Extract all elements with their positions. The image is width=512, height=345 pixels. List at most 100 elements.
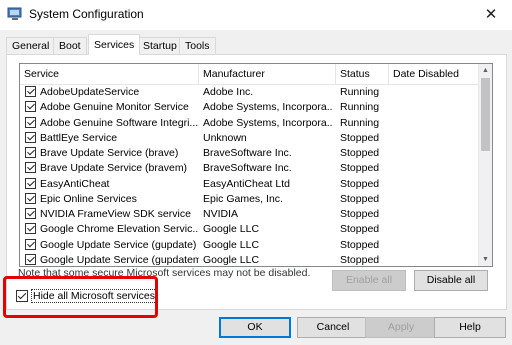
services-panel: Service Manufacturer Status Date Disable… [6,54,507,310]
service-manufacturer: NVIDIA [203,208,239,220]
service-manufacturer: BraveSoftware Inc. [203,162,292,175]
service-status: Stopped [340,208,380,220]
service-date-disabled [393,253,477,266]
service-status: Stopped [340,131,380,144]
service-checkbox[interactable] [25,101,36,113]
service-date-disabled [393,161,477,176]
tab-startup[interactable]: Startup [137,37,183,54]
ok-button[interactable]: OK [219,317,291,338]
service-status: Stopped [340,162,380,175]
service-status: Running [340,86,380,98]
table-row[interactable]: Adobe Genuine Software Integri... Adobe S… [20,116,479,131]
service-checkbox[interactable] [25,208,36,219]
service-name: EasyAntiCheat [40,177,110,190]
service-status: Running [340,116,380,129]
apply-label: Apply [387,321,415,333]
close-icon[interactable]: ✕ [478,5,504,25]
service-name: Google Update Service (gupdate) [40,238,197,251]
service-status: Stopped [340,238,380,251]
service-manufacturer: Adobe Systems, Incorpora... [203,116,333,129]
service-checkbox[interactable] [25,131,36,143]
enable-all-label: Enable all [345,274,393,286]
service-manufacturer: Google LLC [203,253,260,266]
help-button[interactable]: Help [434,317,506,338]
service-date-disabled [393,146,477,161]
disable-all-button[interactable]: Disable all [414,270,488,291]
scroll-down-icon[interactable]: ▼ [479,253,492,266]
service-manufacturer: Adobe Systems, Incorpora... [203,101,333,114]
service-date-disabled [393,207,477,222]
service-name: BattlEye Service [40,131,118,144]
service-manufacturer: Adobe Inc. [203,86,254,98]
cancel-button[interactable]: Cancel [297,317,369,338]
service-date-disabled [393,131,477,146]
column-header-date-disabled[interactable]: Date Disabled [389,64,479,84]
table-row[interactable]: Brave Update Service (brave) BraveSoftwar… [20,146,479,161]
service-manufacturer: Epic Games, Inc. [203,192,283,205]
service-date-disabled [393,238,477,253]
service-status: Stopped [340,192,380,205]
service-date-disabled [393,100,477,115]
service-name: AdobeUpdateService [40,86,140,98]
table-row[interactable]: Google Update Service (gupdatem) Google L… [20,253,479,266]
services-list[interactable]: Service Manufacturer Status Date Disable… [19,63,493,267]
service-name: Epic Online Services [40,192,137,205]
system-config-icon [7,7,22,20]
service-status: Running [340,101,380,114]
service-status: Stopped [340,223,380,236]
table-row[interactable]: Adobe Genuine Monitor Service Adobe Syste… [20,100,479,115]
service-name: Google Chrome Elevation Servic... [40,223,199,236]
service-name: Adobe Genuine Software Integri... [40,116,199,129]
column-header-status[interactable]: Status [336,64,389,84]
table-row[interactable]: BattlEye Service Unknown Stopped [20,131,479,146]
tab-services[interactable]: Services [88,34,141,55]
table-row[interactable]: AdobeUpdateService Adobe Inc. Running [20,85,479,100]
service-name: NVIDIA FrameView SDK service [40,208,191,220]
window-title: System Configuration [29,7,144,21]
table-row[interactable]: EasyAntiCheat EasyAntiCheat Ltd Stopped [20,177,479,192]
table-row[interactable]: NVIDIA FrameView SDK service NVIDIA Stoppe… [20,207,479,222]
service-checkbox[interactable] [25,116,36,128]
column-header-manufacturer[interactable]: Manufacturer [199,64,336,84]
service-status: Stopped [340,253,380,266]
enable-all-button[interactable]: Enable all [332,270,406,291]
service-status: Stopped [340,147,380,159]
tab-boot[interactable]: Boot [53,37,87,54]
column-header-service[interactable]: Service [20,64,199,84]
title-bar: System Configuration ✕ [0,0,512,30]
service-manufacturer: Google LLC [203,238,260,251]
scrollbar-thumb[interactable] [481,78,490,151]
help-label: Help [459,321,481,333]
service-manufacturer: EasyAntiCheat Ltd [203,177,290,190]
service-checkbox[interactable] [25,192,36,204]
ok-label: OK [247,321,263,333]
tab-tools[interactable]: Tools [179,37,216,54]
service-rows: AdobeUpdateService Adobe Inc. Running Adobe… [20,85,479,266]
table-row[interactable]: Epic Online Services Epic Games, Inc. Stop… [20,192,479,207]
service-name: Adobe Genuine Monitor Service [40,101,189,114]
tab-general[interactable]: General [6,37,56,54]
service-checkbox[interactable] [25,177,36,189]
service-manufacturer: BraveSoftware Inc. [203,147,292,159]
table-row[interactable]: Google Update Service (gupdate) Google LL… [20,238,479,253]
service-name: Google Update Service (gupdatem) [40,253,199,266]
red-highlight-box [3,276,158,318]
service-manufacturer: Unknown [203,131,247,144]
cancel-label: Cancel [316,321,350,333]
service-checkbox[interactable] [25,86,36,97]
service-checkbox[interactable] [25,162,36,174]
service-checkbox[interactable] [25,147,36,158]
service-checkbox[interactable] [25,238,36,250]
service-date-disabled [393,116,477,131]
service-checkbox[interactable] [25,223,36,235]
service-checkbox[interactable] [25,253,36,265]
vertical-scrollbar[interactable]: ▲ ▼ [478,64,492,266]
service-status: Stopped [340,177,380,190]
table-row[interactable]: Brave Update Service (bravem) BraveSoftwa… [20,161,479,176]
service-date-disabled [393,177,477,192]
scroll-up-icon[interactable]: ▲ [479,64,492,77]
service-name: Brave Update Service (bravem) [40,162,188,175]
disable-all-label: Disable all [426,274,476,286]
table-row[interactable]: Google Chrome Elevation Servic... Google … [20,222,479,237]
apply-button[interactable]: Apply [365,317,437,338]
